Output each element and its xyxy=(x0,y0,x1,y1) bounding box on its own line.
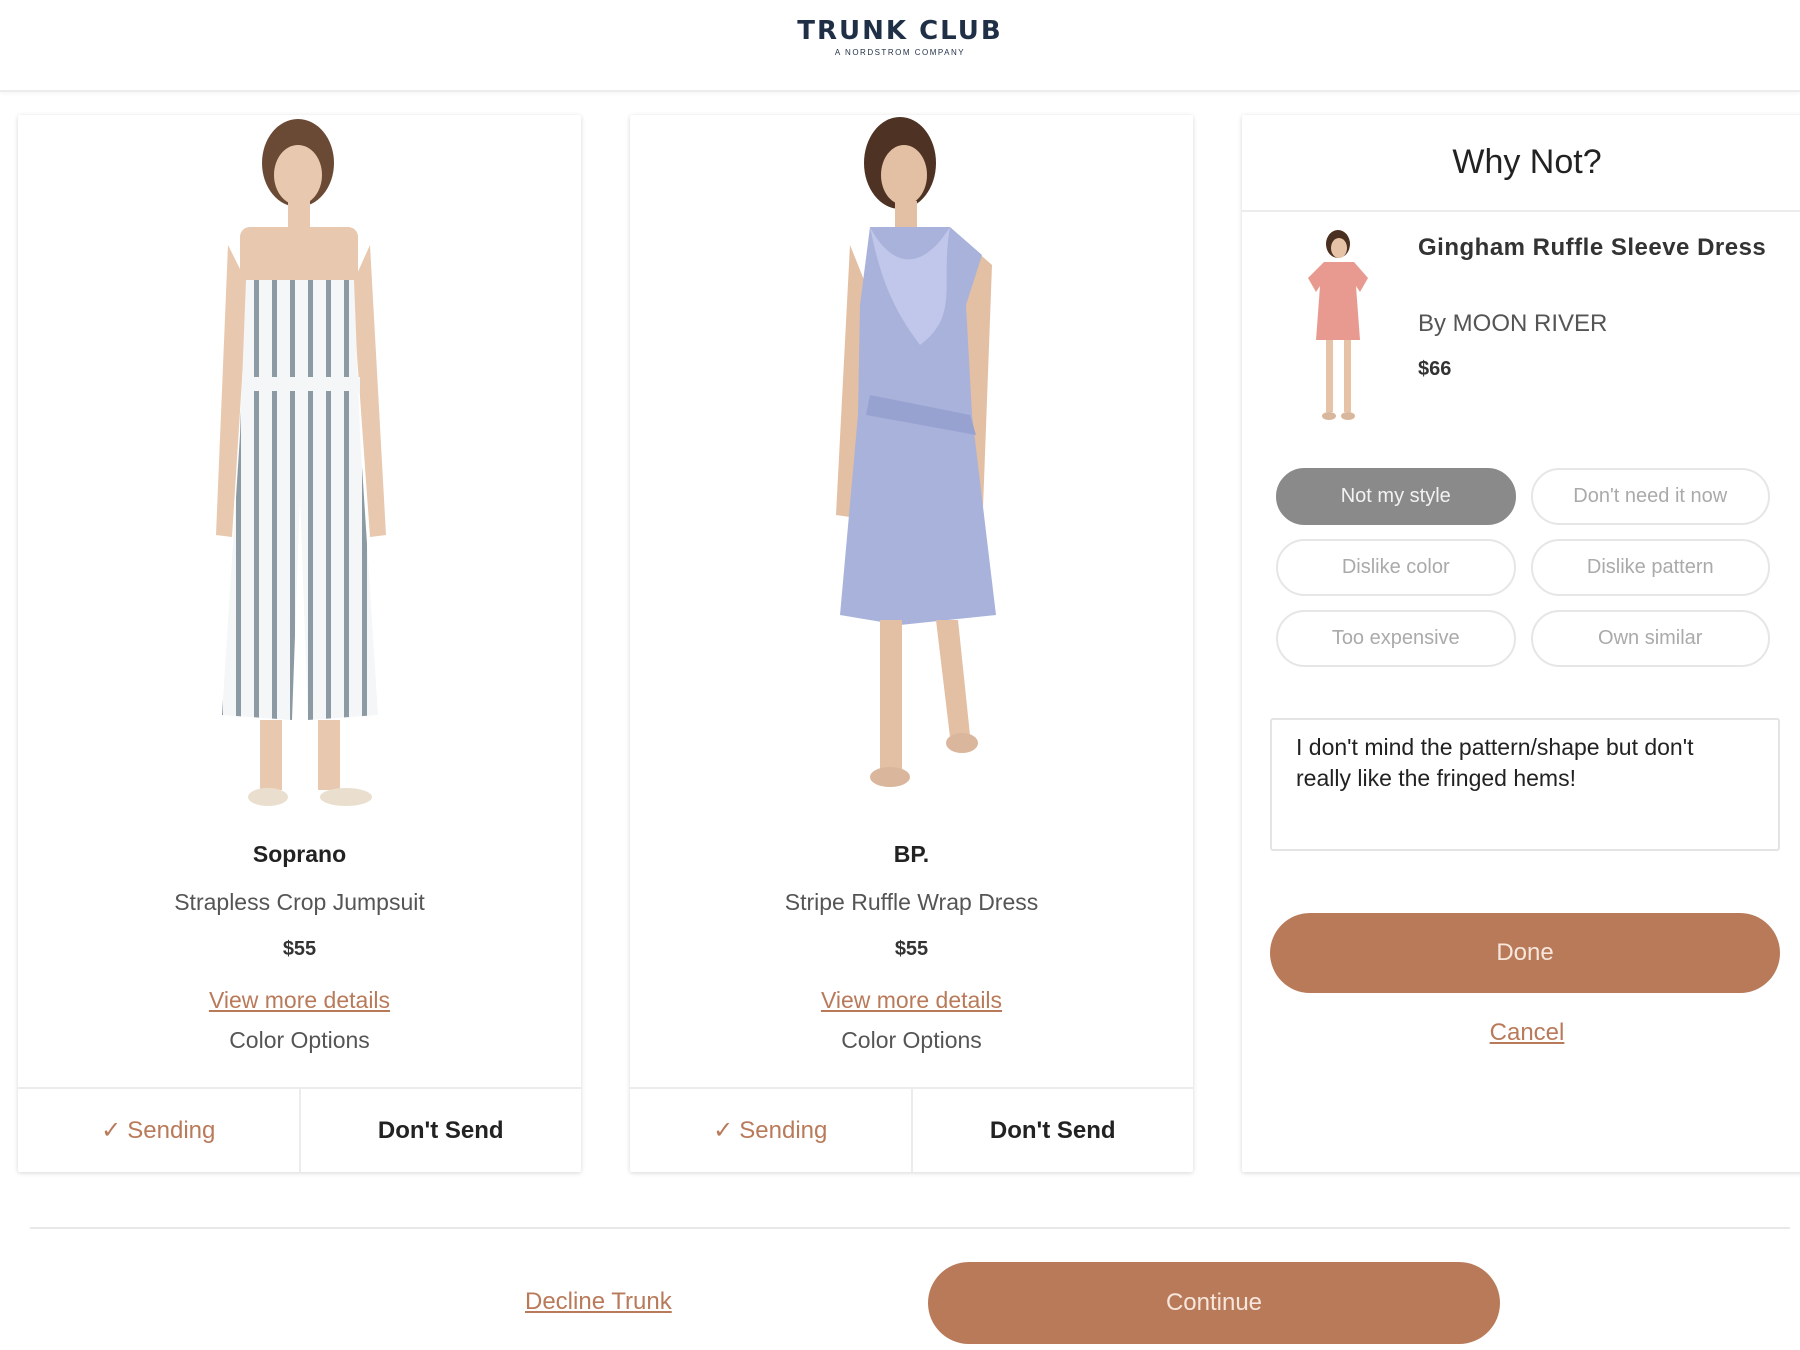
product-image-jumpsuit[interactable] xyxy=(108,115,491,815)
product-name: Stripe Ruffle Wrap Dress xyxy=(784,889,1039,915)
cancel-link[interactable]: Cancel xyxy=(1242,1019,1800,1047)
continue-button[interactable]: Continue xyxy=(928,1262,1500,1344)
sending-button[interactable]: ✓ Sending xyxy=(630,1089,913,1172)
feedback-textarea[interactable]: I don't mind the pattern/shape but don't… xyxy=(1270,718,1780,851)
wrap-dress-illustration xyxy=(836,117,996,787)
product-name: Strapless Crop Jumpsuit xyxy=(174,889,425,915)
product-actions: ✓ Sending Don't Send xyxy=(630,1087,1193,1172)
item-brand: By MOON RIVER xyxy=(1418,310,1608,337)
jumpsuit-illustration xyxy=(216,119,386,806)
sending-button[interactable]: ✓ Sending xyxy=(18,1089,301,1172)
decline-trunk-link[interactable]: Decline Trunk xyxy=(525,1288,672,1316)
dont-send-button[interactable]: Don't Send xyxy=(913,1089,1194,1172)
checkmark-icon: ✓ xyxy=(713,1117,734,1144)
item-price: $66 xyxy=(1418,358,1452,380)
sending-label: Sending xyxy=(739,1116,828,1144)
reason-chip-dont-need-it-now[interactable]: Don't need it now xyxy=(1530,468,1770,525)
top-bar: TRUNK CLUB A NORDSTROM COMPANY xyxy=(0,0,1800,92)
view-more-details-link[interactable]: View more details xyxy=(630,987,1193,1014)
product-actions: ✓ Sending Don't Send xyxy=(18,1087,581,1172)
item-thumbnail xyxy=(1294,230,1380,430)
product-card: BP. Stripe Ruffle Wrap Dress $55 View mo… xyxy=(630,115,1193,1172)
reason-chip-not-my-style[interactable]: Not my style xyxy=(1276,468,1516,525)
product-image-wrap-dress[interactable] xyxy=(720,115,1103,815)
product-price: $55 xyxy=(894,938,929,960)
gingham-dress-illustration xyxy=(1308,230,1368,420)
reason-options: Not my style Don't need it now Dislike c… xyxy=(1276,468,1770,667)
reason-chip-too-expensive[interactable]: Too expensive xyxy=(1276,610,1516,667)
product-price: $55 xyxy=(282,938,317,960)
sending-label: Sending xyxy=(127,1116,216,1144)
done-button[interactable]: Done xyxy=(1270,913,1780,993)
view-more-details-link[interactable]: View more details xyxy=(18,987,581,1014)
product-brand: BP. xyxy=(893,841,930,867)
product-card: Soprano Strapless Crop Jumpsuit $55 View… xyxy=(18,115,581,1172)
logo-wordmark: TRUNK CLUB xyxy=(797,16,1003,46)
logo-tagline: A NORDSTROM COMPANY xyxy=(834,48,966,57)
why-not-panel: Why Not? Gingham Ruffle Sleeve Dress By … xyxy=(1242,115,1800,1172)
item-name: Gingham Ruffle Sleeve Dress xyxy=(1418,234,1767,261)
reason-chip-own-similar[interactable]: Own similar xyxy=(1530,610,1770,667)
reason-chip-dislike-pattern[interactable]: Dislike pattern xyxy=(1530,539,1770,596)
footer-divider xyxy=(30,1227,1790,1229)
why-not-title: Why Not? xyxy=(1242,115,1800,212)
color-options-link[interactable]: Color Options xyxy=(630,1027,1193,1054)
checkmark-icon: ✓ xyxy=(101,1117,122,1144)
reason-chip-dislike-color[interactable]: Dislike color xyxy=(1276,539,1516,596)
color-options-link[interactable]: Color Options xyxy=(18,1027,581,1054)
dont-send-button[interactable]: Don't Send xyxy=(301,1089,582,1172)
product-brand: Soprano xyxy=(252,841,347,867)
trunk-club-logo[interactable]: TRUNK CLUB A NORDSTROM COMPANY xyxy=(0,16,1800,57)
